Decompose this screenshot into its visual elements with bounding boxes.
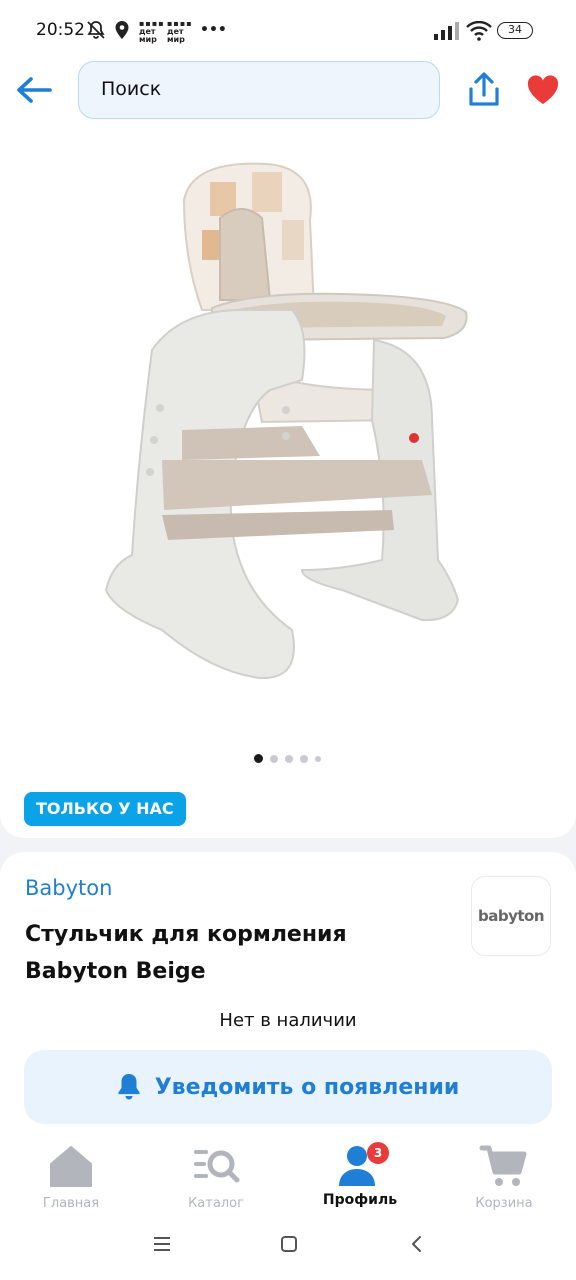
bell-icon (118, 1074, 140, 1100)
nav-item-profile[interactable]: 3 Профиль (305, 1142, 415, 1208)
nav-label-catalog: Каталог (188, 1196, 244, 1211)
top-bar: Поиск (0, 60, 576, 132)
menu-icon[interactable] (152, 1234, 172, 1254)
search-input[interactable]: Поиск (78, 61, 440, 119)
muted-bell-icon (87, 21, 105, 39)
profile-badge: 3 (367, 1142, 389, 1164)
brand-logo-text: babyton (477, 907, 545, 925)
nav-label-profile: Профиль (322, 1192, 398, 1208)
catalog-search-icon (194, 1150, 240, 1183)
pagination-dot-active[interactable] (254, 754, 263, 763)
product-info-card: Babyton babyton Стульчик для кормления B… (0, 852, 576, 1142)
pagination-dot[interactable] (270, 754, 278, 763)
signal-icon (434, 22, 459, 40)
notify-button-label: Уведомить о появлении (154, 1074, 460, 1100)
status-more: ••• (200, 22, 227, 38)
home-button-icon[interactable] (279, 1234, 299, 1254)
nav-label-home: Главная (42, 1196, 100, 1211)
profile-icon-wrap: 3 (335, 1142, 389, 1190)
product-gallery[interactable]: ТОЛЬКО У НАС (0, 132, 576, 838)
nav-item-cart[interactable]: Корзина (449, 1142, 559, 1211)
wifi-icon (466, 21, 492, 41)
product-image[interactable] (92, 160, 484, 690)
nav-item-catalog[interactable]: Каталог (161, 1142, 271, 1211)
pagination-dot[interactable] (285, 754, 293, 763)
carrier-logo-1: ▪▪▪▪ дет мир (139, 19, 165, 44)
battery-icon: 34 (497, 22, 533, 39)
carrier-logo-2: ▪▪▪▪ дет мир (167, 19, 193, 44)
heart-icon[interactable] (526, 74, 560, 106)
system-navigation-bar (0, 1218, 576, 1280)
back-arrow-icon[interactable] (14, 74, 54, 106)
share-icon[interactable] (468, 72, 500, 108)
nav-label-cart: Корзина (475, 1196, 533, 1211)
pagination-dot[interactable] (315, 755, 321, 762)
status-bar: 20:52 ▪▪▪▪ дет мир ▪▪▪▪ дет мир ••• 34 (0, 0, 576, 60)
status-time: 20:52 (36, 20, 85, 40)
stock-status: Нет в наличии (219, 1010, 357, 1031)
nav-item-home[interactable]: Главная (16, 1142, 126, 1211)
notify-button[interactable]: Уведомить о появлении (24, 1050, 552, 1124)
gallery-pagination (254, 754, 321, 763)
pagination-dot[interactable] (300, 754, 308, 763)
cart-icon (479, 1145, 527, 1186)
brand-logo[interactable]: babyton (471, 876, 551, 956)
location-icon (115, 21, 129, 39)
back-button-icon[interactable] (407, 1234, 427, 1254)
home-icon (50, 1146, 92, 1187)
bottom-navigation: Главная Каталог 3 Профиль Корзина (0, 1134, 576, 1218)
product-title: Стульчик для кормления Babyton Beige (25, 922, 347, 984)
brand-link[interactable]: Babyton (25, 876, 112, 900)
exclusive-badge: ТОЛЬКО У НАС (24, 792, 186, 826)
